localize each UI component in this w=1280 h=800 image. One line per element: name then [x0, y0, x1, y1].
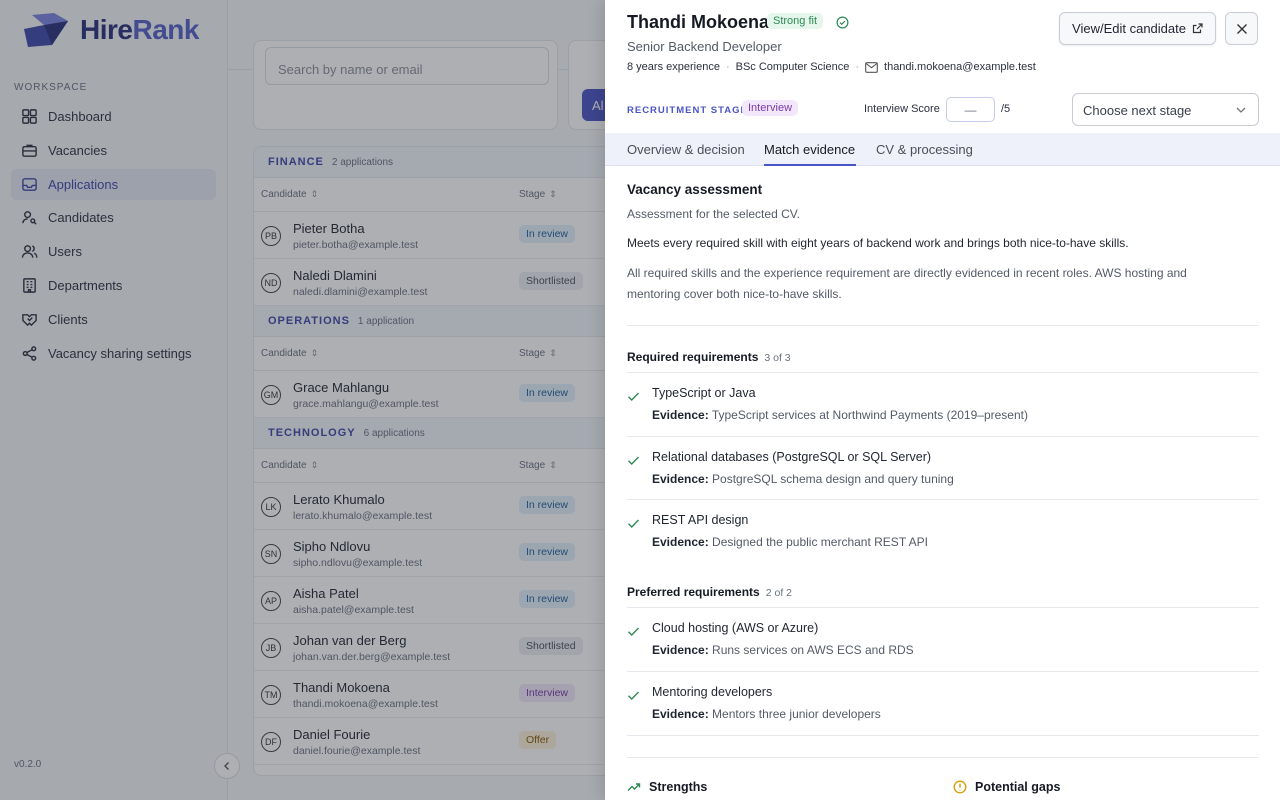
strengths-heading: Strengths [627, 780, 707, 794]
requirement-title: REST API design [652, 513, 749, 527]
separator-dot: · [855, 61, 860, 73]
tab-cv-processing[interactable]: CV & processing [876, 142, 973, 157]
assessment-summary: Meets every required skill with eight ye… [627, 236, 1129, 250]
requirement-evidence: Evidence: TypeScript services at Northwi… [652, 408, 1028, 422]
view-edit-candidate-button[interactable]: View/Edit candidate [1059, 12, 1216, 45]
check-icon [628, 392, 640, 401]
education-text: BSc Computer Science [735, 61, 850, 73]
divider [627, 499, 1259, 500]
potential-gaps-heading: Potential gaps [953, 780, 1060, 794]
drawer-tabs: Overview & decision Match evidence CV & … [605, 133, 1280, 166]
close-icon [1236, 23, 1247, 34]
requirement-evidence: Evidence: Runs services on AWS ECS and R… [652, 643, 914, 657]
mail-icon [865, 61, 878, 73]
preferred-requirements-heading: Preferred requirements 2 of 2 [627, 585, 793, 599]
assessment-title: Vacancy assessment [627, 182, 763, 197]
experience-text: 8 years experience [627, 61, 720, 73]
candidate-meta: 8 years experience · BSc Computer Scienc… [627, 61, 1036, 73]
next-stage-select[interactable]: Choose next stage [1072, 93, 1259, 126]
divider [627, 735, 1259, 736]
tab-overview-decision[interactable]: Overview & decision [627, 142, 745, 157]
close-button[interactable] [1225, 12, 1258, 45]
warning-circle-icon [953, 780, 967, 794]
requirement-evidence: Evidence: PostgreSQL schema design and q… [652, 472, 954, 486]
interview-score-input[interactable]: — [946, 97, 995, 122]
candidate-role: Senior Backend Developer [627, 39, 782, 54]
recruitment-stage-row: RECRUITMENT STAGE Interview Interview Sc… [605, 92, 1280, 132]
trending-up-icon [627, 783, 641, 791]
check-icon [628, 627, 640, 636]
divider [627, 372, 1259, 373]
stage-label: RECRUITMENT STAGE [627, 105, 748, 116]
separator-dot: · [725, 61, 730, 73]
chevron-down-icon [1236, 107, 1246, 113]
requirement-evidence: Evidence: Designed the public merchant R… [652, 535, 928, 549]
required-requirements-heading: Required requirements 3 of 3 [627, 350, 791, 364]
required-count: 3 of 3 [764, 352, 791, 364]
modal-backdrop[interactable] [0, 0, 605, 800]
external-link-icon [1192, 23, 1203, 34]
check-circle-icon [836, 16, 849, 29]
requirement-title: Mentoring developers [652, 685, 773, 699]
candidate-name-heading: Thandi Mokoena [627, 12, 770, 32]
candidate-drawer: Thandi Mokoena Strong fit Senior Backend… [605, 0, 1280, 800]
requirement-title: Relational databases (PostgreSQL or SQL … [652, 450, 932, 464]
check-icon [628, 519, 640, 528]
fit-badge: Strong fit [767, 13, 824, 29]
divider [627, 436, 1259, 437]
email-text[interactable]: thandi.mokoena@example.test [884, 61, 1036, 73]
requirement-evidence: Evidence: Mentors three junior developer… [652, 707, 881, 721]
stage-badge: Interview [742, 100, 799, 116]
requirement-title: TypeScript or Java [652, 386, 756, 400]
tab-match-evidence[interactable]: Match evidence [764, 142, 855, 157]
preferred-count: 2 of 2 [765, 587, 793, 599]
check-icon [628, 691, 640, 700]
check-icon [628, 456, 640, 465]
assessment-subtitle: Assessment for the selected CV. [627, 207, 800, 221]
score-max: /5 [1001, 103, 1011, 115]
divider [627, 671, 1259, 672]
divider [627, 325, 1259, 326]
assessment-detail: All required skills and the experience r… [627, 266, 1187, 301]
active-tab-indicator [764, 164, 856, 166]
divider [627, 757, 1259, 758]
divider [627, 607, 1259, 608]
score-label: Interview Score [864, 103, 940, 115]
requirement-title: Cloud hosting (AWS or Azure) [652, 621, 819, 635]
